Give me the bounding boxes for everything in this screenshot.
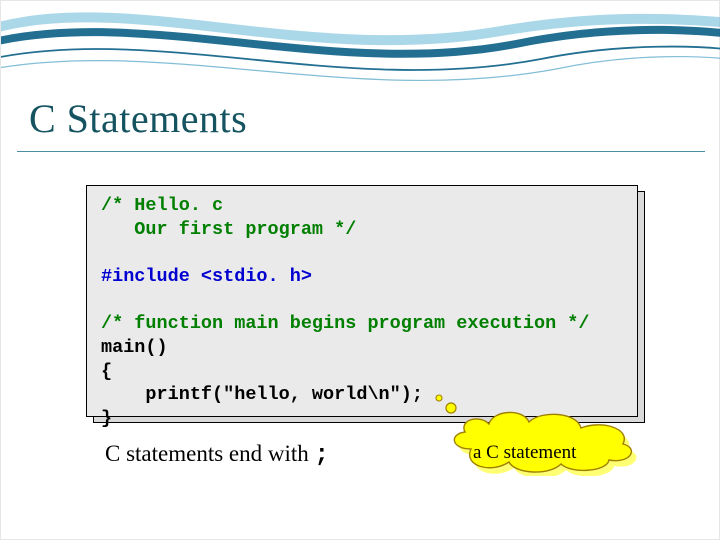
- code-line: {: [101, 361, 112, 382]
- code-line: }: [101, 408, 112, 429]
- code-line: printf("hello, world\n");: [101, 384, 423, 405]
- code-comment: /* function main begins program executio…: [101, 313, 589, 334]
- code-include: #include <stdio. h>: [101, 266, 312, 287]
- title-underline: [17, 151, 705, 152]
- code-box: /* Hello. c Our first program */ #includ…: [86, 185, 638, 417]
- callout-label: a C statement: [473, 442, 576, 464]
- slide-title: C Statements: [29, 95, 247, 142]
- code-comment: /* Hello. c: [101, 195, 223, 216]
- wave-decoration: [1, 1, 720, 101]
- slide: C Statements /* Hello. c Our first progr…: [0, 0, 720, 540]
- footer-semicolon: ;: [315, 442, 329, 469]
- footer-text: C statements end with: [105, 441, 315, 466]
- footer-note: C statements end with ;: [105, 441, 329, 469]
- code-comment: Our first program */: [101, 219, 356, 240]
- code-line: main(): [101, 337, 168, 358]
- callout-cloud: a C statement: [431, 394, 661, 476]
